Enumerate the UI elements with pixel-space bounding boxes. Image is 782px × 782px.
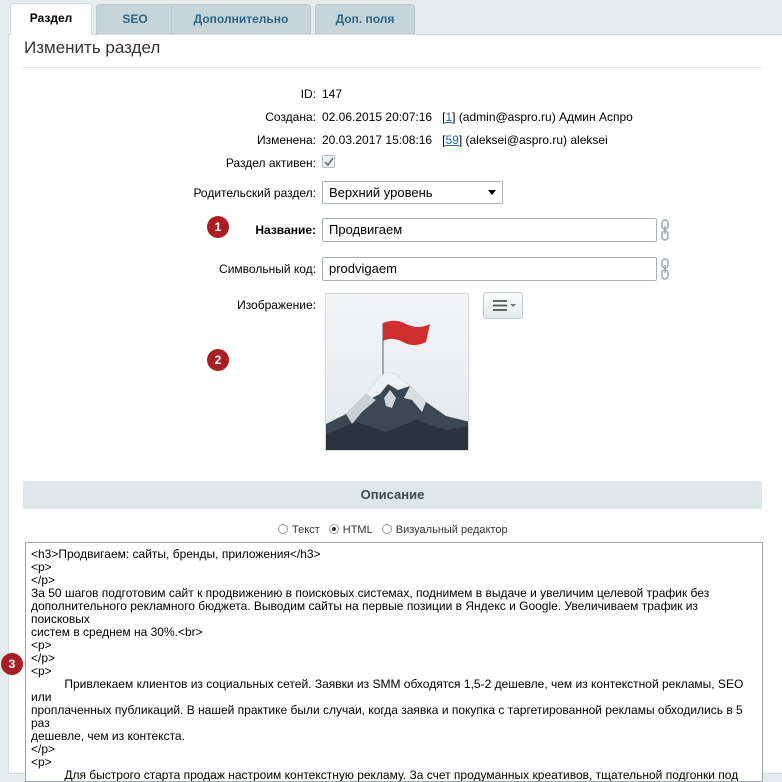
annotation-marker-3: 3 [1,653,23,675]
mode-html[interactable]: HTML [328,524,373,536]
created-info: 02.06.2015 20:07:16 [1] (admin@aspro.ru)… [322,110,633,124]
checkmark-icon [324,157,334,167]
editor-line: дешевле, чем из контекста. [31,729,185,743]
created-date: 02.06.2015 20:07:16 [322,110,433,124]
chain-link-icon[interactable] [659,258,671,280]
editor-mode-selector: Текст HTML Визуальный редактор [278,524,514,536]
image-label: Изображение: [237,298,316,312]
modified-user: (aleksei@aspro.ru) aleksei [465,133,608,147]
created-user-link[interactable]: 1 [445,110,452,124]
chain-link-icon[interactable] [659,219,671,241]
tab-section[interactable]: Раздел [10,3,92,35]
description-header: Описание [23,481,762,509]
id-value: 147 [322,87,343,101]
annotation-marker-2: 2 [207,349,229,371]
mode-text[interactable]: Текст [278,524,320,536]
parent-label: Родительский раздел: [193,186,316,200]
page-title: Изменить раздел [24,38,161,57]
editor-line: проплаченных публикаций. В нашей практик… [31,703,747,730]
editor-line: <p> [31,560,52,574]
tab-additional[interactable]: Дополнительно [171,4,311,34]
created-label: Создана: [265,110,316,124]
image-menu-button[interactable] [483,292,523,319]
tab-seo[interactable]: SEO [96,4,174,34]
tab-extra-fields[interactable]: Доп. поля [315,4,415,34]
parent-section-value: Верхний уровень [329,185,433,200]
editor-line: </p> [31,651,56,665]
mountain-flag-image [326,294,468,450]
id-label: ID: [300,87,316,101]
radio-visual[interactable] [381,524,392,534]
annotation-marker-1: 1 [207,216,229,238]
name-input[interactable]: Продвигаем [322,218,657,242]
active-checkbox[interactable] [322,155,335,168]
parent-section-select[interactable]: Верхний уровень [322,181,503,204]
mode-visual-editor[interactable]: Визуальный редактор [381,524,508,536]
editor-line: <h3>Продвигаем: сайты, бренды, приложени… [31,547,321,561]
editor-line: дополнительного рекламного бюджета. Выво… [31,599,702,626]
chevron-down-icon [488,190,496,195]
created-user: (admin@aspro.ru) Админ Аспро [458,110,633,124]
editor-line: </p> [31,742,56,756]
editor-line: Привлекаем клиентов из социальных сетей.… [31,677,747,704]
code-label: Символьный код: [219,262,316,276]
active-label: Раздел активен: [225,156,316,170]
modified-info: 20.03.2017 15:08:16 [59] (aleksei@aspro.… [322,133,608,147]
name-label: Название: [255,223,316,237]
editor-line: <p> [31,638,52,652]
divider [22,67,762,68]
modified-user-link[interactable]: 59 [445,133,458,147]
radio-text[interactable] [278,524,288,534]
editor-line: систем в среднем на 30%.<br> [31,625,203,639]
modified-date: 20.03.2017 15:08:16 [322,133,433,147]
description-textarea[interactable]: <h3>Продвигаем: сайты, бренды, приложени… [25,542,763,782]
editor-line: Для быстрого старта продаж настроим конт… [31,768,739,782]
section-image[interactable] [325,293,469,451]
radio-html[interactable] [328,524,339,534]
modified-label: Изменена: [257,133,316,147]
hamburger-menu-icon [493,300,516,311]
code-input[interactable]: prodvigaem [322,257,657,281]
